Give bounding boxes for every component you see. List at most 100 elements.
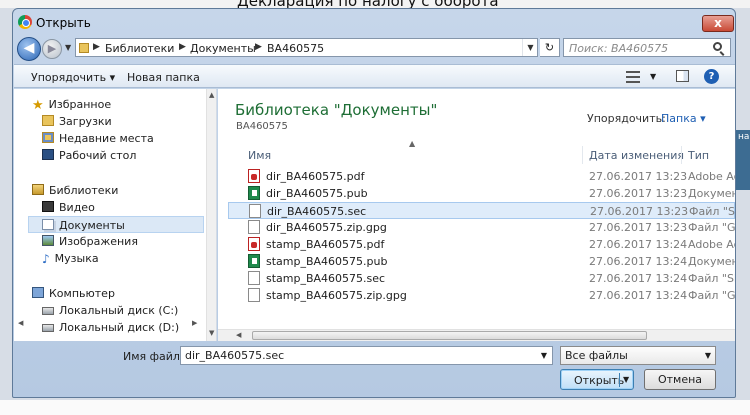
desktop-icon (42, 149, 54, 160)
breadcrumb-documents[interactable]: Документы (190, 42, 256, 55)
column-divider[interactable] (681, 146, 682, 164)
nav-music[interactable]: ♪ Музыка (42, 250, 99, 267)
organize-button[interactable]: Упорядочить ▾ (31, 71, 115, 84)
file-horizontal-scrollbar[interactable]: ◀ (218, 329, 735, 341)
nav-recent-places[interactable]: Недавние места (42, 130, 154, 147)
libraries-icon (32, 184, 44, 195)
library-title: Библиотека "Документы" (235, 101, 438, 119)
nav-desktop[interactable]: Рабочий стол (42, 147, 136, 164)
documents-icon (42, 219, 54, 230)
file-icon (248, 220, 260, 234)
column-header-date[interactable]: Дата изменения (589, 149, 684, 162)
search-icon[interactable] (713, 42, 722, 51)
filename-input[interactable]: dir_BA460575.sec ▼ (180, 346, 553, 365)
breadcrumb-libraries[interactable]: Библиотеки (105, 42, 174, 55)
scroll-up-icon[interactable]: ▲ (209, 91, 214, 99)
history-dropdown-icon[interactable]: ▼ (65, 43, 71, 52)
column-divider[interactable] (582, 146, 583, 164)
search-input[interactable]: Поиск: BA460575 (563, 38, 731, 57)
file-row[interactable]: stamp_BA460575.pub 27.06.2017 13:24 Доку… (228, 253, 735, 270)
forward-button[interactable]: ▶ (42, 39, 62, 59)
nav-vertical-scrollbar[interactable]: ▲ ▼ (206, 89, 216, 341)
arrange-by-label: Упорядочить: (587, 112, 666, 125)
library-subtitle: BA460575 (236, 121, 288, 132)
new-folder-button[interactable]: Новая папка (127, 71, 200, 84)
back-button[interactable]: ◀ (17, 37, 41, 61)
star-icon: ★ (32, 98, 44, 113)
open-options-dropdown-icon[interactable]: ▼ (623, 375, 629, 384)
title-bar: Открыть x (13, 9, 735, 35)
preview-pane-icon[interactable] (676, 70, 689, 82)
address-dropdown-icon[interactable]: ▼ (522, 39, 538, 56)
view-dropdown-icon[interactable]: ▼ (650, 72, 656, 81)
file-type-dropdown-icon[interactable]: ▼ (701, 347, 715, 364)
nav-disk-c[interactable]: Локальный диск (C:) (42, 302, 178, 319)
scroll-right-icon[interactable]: ▶ (192, 319, 197, 327)
file-row[interactable]: stamp_BA460575.zip.gpg 27.06.2017 13:24 … (228, 287, 735, 304)
open-button-divider (619, 373, 620, 387)
file-icon (249, 204, 261, 218)
scroll-left-icon[interactable]: ◀ (18, 319, 23, 327)
close-button[interactable]: x (702, 15, 734, 32)
column-headers: ▲ Имя Дата изменения Тип (218, 139, 735, 164)
file-row[interactable]: dir_BA460575.zip.gpg 27.06.2017 13:23 Фа… (228, 219, 735, 236)
file-row-selected[interactable]: dir_BA460575.sec 27.06.2017 13:23 Файл "… (228, 202, 735, 219)
folder-icon (79, 43, 89, 53)
breadcrumb-current[interactable]: BA460575 (267, 42, 324, 55)
nav-favorites[interactable]: ★ Избранное (32, 96, 111, 113)
file-row[interactable]: dir_BA460575.pub 27.06.2017 13:23 Докуме… (228, 185, 735, 202)
open-button[interactable]: Открыть ▼ (560, 369, 634, 390)
downloads-folder-icon (42, 115, 54, 126)
column-header-name[interactable]: Имя (248, 149, 271, 162)
computer-icon (32, 287, 44, 298)
chrome-icon (18, 15, 32, 29)
scroll-left-icon[interactable]: ◀ (236, 331, 241, 339)
video-icon (42, 201, 54, 212)
dialog-title: Открыть (36, 16, 91, 30)
breadcrumb-separator-icon[interactable]: ▶ (93, 42, 100, 52)
file-row[interactable]: dir_BA460575.pdf 27.06.2017 13:23 Adobe … (228, 168, 735, 185)
file-type-select[interactable]: Все файлы ▼ (560, 346, 716, 365)
arrow-right-icon: ▶ (47, 42, 57, 55)
search-placeholder: Поиск: BA460575 (569, 42, 669, 55)
filename-dropdown-icon[interactable]: ▼ (537, 347, 551, 364)
arrow-left-icon: ◀ (23, 40, 35, 56)
music-icon: ♪ (42, 252, 50, 266)
file-list-pane: Библиотека "Документы" BA460575 Упорядоч… (218, 89, 735, 341)
images-icon (42, 235, 54, 246)
file-icon (248, 288, 260, 302)
breadcrumb-separator-icon[interactable]: ▶ (255, 42, 262, 52)
breadcrumb-separator-icon[interactable]: ▶ (179, 42, 186, 52)
refresh-button[interactable]: ↻ (540, 38, 560, 57)
navigation-pane: ★ Избранное Загрузки Недавние места Рабоч… (14, 89, 217, 341)
recent-places-icon (42, 132, 54, 143)
arrange-by-dropdown[interactable]: Папка ▾ (661, 112, 706, 125)
file-row[interactable]: stamp_BA460575.sec 27.06.2017 13:24 Файл… (228, 270, 735, 287)
nav-horizontal-scrollbar[interactable]: ◀ ▶ (18, 319, 206, 330)
file-type-value: Все файлы (565, 349, 628, 362)
view-options-icon[interactable] (626, 71, 640, 83)
scroll-down-icon[interactable]: ▼ (209, 329, 214, 337)
nav-libraries[interactable]: Библиотеки (32, 182, 118, 199)
nav-downloads[interactable]: Загрузки (42, 113, 112, 130)
open-button-label: Открыть (574, 374, 625, 387)
sort-caret-icon: ▲ (409, 139, 416, 148)
address-bar[interactable]: ▶ Библиотеки ▶ Документы ▶ BA460575 ▼ (75, 38, 538, 57)
nav-images[interactable]: Изображения (42, 233, 138, 250)
nav-computer[interactable]: Компьютер (32, 285, 115, 302)
nav-documents[interactable]: Документы (28, 216, 204, 233)
column-header-type[interactable]: Тип (688, 149, 709, 162)
publisher-icon (248, 186, 260, 200)
refresh-icon: ↻ (544, 41, 555, 54)
background-title: Декларация по налогу с оборота (237, 0, 499, 8)
pdf-icon (248, 169, 260, 183)
disk-icon (42, 307, 54, 315)
nav-video[interactable]: Видео (42, 199, 95, 216)
file-row[interactable]: stamp_BA460575.pdf 27.06.2017 13:24 Adob… (228, 236, 735, 253)
open-file-dialog: Открыть x ◀ ▶ ▼ ▶ Библиотеки ▶ Документы… (12, 8, 736, 398)
background-bottom (0, 400, 750, 415)
cancel-button[interactable]: Отмена (644, 369, 716, 390)
publisher-icon (248, 254, 260, 268)
scrollbar-thumb[interactable] (252, 331, 647, 340)
help-icon[interactable]: ? (704, 69, 719, 84)
